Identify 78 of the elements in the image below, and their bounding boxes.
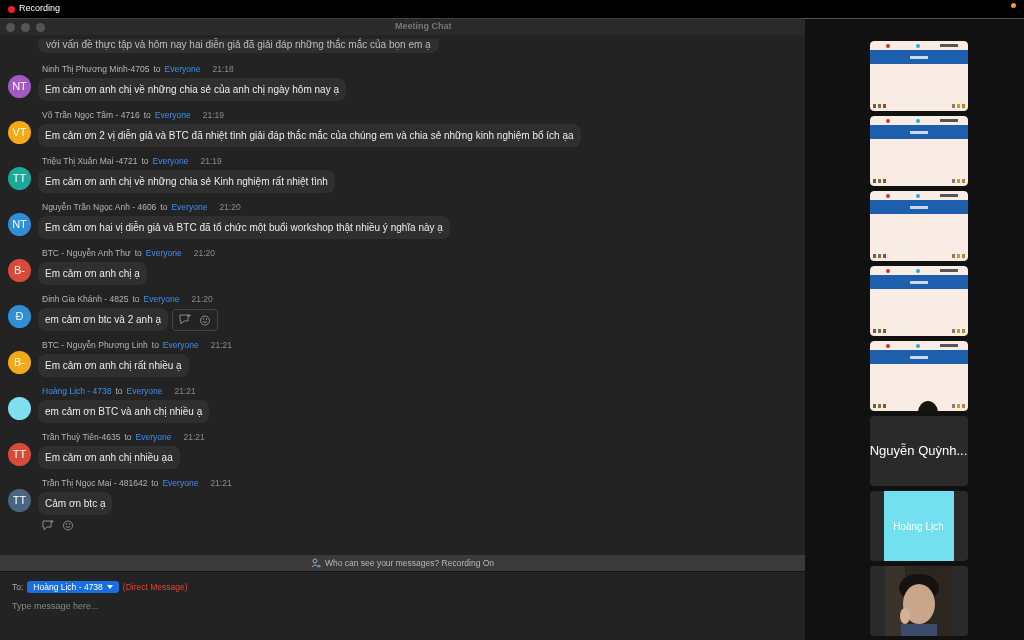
avatar: Đ [8, 305, 31, 328]
zoom-window-button[interactable] [36, 22, 45, 32]
avatar: B- [8, 351, 31, 374]
emoji-add-icon[interactable] [62, 519, 74, 531]
message-bubble: Em cảm ơn anh chị về những chia sẻ của anh chị ngày hôm nay ạ [38, 78, 346, 101]
recording-label: Recording [19, 2, 61, 16]
sender-name: BTC - Nguyễn Phương Linh [42, 340, 148, 351]
message-bubble: Em cảm ơn 2 vị diễn giả và BTC đã nhiệt tình giải đáp thắc mắc của chúng em và chia sẻ những kinh nghiệm bổ ích ạa [38, 124, 581, 147]
message-time: 21:20 [193, 248, 215, 259]
message-time: 21:19 [202, 110, 224, 121]
participant-name: Nguyễn Quỳnh... [869, 442, 968, 461]
message-time: 21:21 [174, 386, 196, 397]
recipient-name: Everyone [145, 248, 182, 259]
emoji-add-icon[interactable] [199, 313, 212, 326]
to-label: To: [12, 581, 24, 594]
reply-icon[interactable] [42, 519, 54, 531]
message-time: 21:20 [219, 202, 241, 213]
sender-name: Nguyễn Trần Ngọc Anh - 4606 [42, 202, 157, 213]
sender-name: Ninh Thị Phương Minh-4705 [42, 64, 150, 75]
message-bubble: Em cảm ơn hai vị diễn giả và BTC đã tổ chức một buổi workshop thật nhiều ý nghĩa này ạ [38, 216, 450, 239]
sender-name: Đinh Gia Khánh - 4825 [42, 294, 129, 305]
to-word: to [153, 64, 161, 75]
message-bubble: em cảm ơn btc và 2 anh ạ [38, 308, 169, 331]
reply-icon[interactable] [179, 314, 192, 325]
to-word: to [143, 110, 151, 121]
message-time: 21:19 [200, 156, 222, 167]
message-time: 21:21 [210, 478, 232, 489]
to-word: to [124, 432, 132, 443]
recipient-name: Everyone [162, 478, 199, 489]
avatar: NT [8, 213, 31, 236]
to-word: to [160, 202, 168, 213]
message-bubble: Cảm ơn btc ạ [38, 492, 113, 515]
to-word: to [134, 248, 142, 259]
close-window-button[interactable] [6, 22, 15, 32]
message-time: 21:20 [191, 294, 213, 305]
message-bubble: Em cảm ơn anh chị ạ [38, 262, 147, 285]
sender-name: Trần Thị Ngọc Mai - 481642 [42, 478, 148, 489]
avatar: TT [8, 489, 31, 512]
avatar: TT [8, 167, 31, 190]
message-bubble: Em cảm ơn anh chị về những chia sẻ Kinh nghiệm rất nhiệt tình [38, 170, 335, 193]
recipient-name: Everyone [126, 386, 163, 397]
sender-name: Trần Thuỳ Tiên-4635 [42, 432, 121, 443]
to-word: to [141, 156, 149, 167]
message-bubble: em cảm ơn BTC và anh chị nhiều ạ [38, 400, 210, 423]
message-bubble: Em cảm ơn anh chị nhiều ạa [38, 446, 180, 469]
message-bubble: Em cảm ơn anh chị rất nhiều ạ [38, 354, 189, 377]
person-icon [310, 558, 321, 568]
recipient-name: Everyone [154, 110, 191, 121]
recipient-name: Everyone [162, 340, 199, 351]
avatar: NT [8, 75, 31, 98]
avatar: TT [8, 443, 31, 466]
recipient-name: Everyone [171, 202, 208, 213]
to-word: to [151, 478, 159, 489]
recipient-name: Everyone [143, 294, 180, 305]
minimize-window-button[interactable] [21, 22, 30, 32]
to-word: to [115, 386, 123, 397]
message-bubble: với vấn đề thực tập và hôm nay hai diễn giả đã giải đáp những thắc mắc của bọn em ạ [38, 39, 439, 53]
message-time: 21:21 [183, 432, 205, 443]
to-word: to [132, 294, 140, 305]
recipient-name: Everyone [164, 64, 201, 75]
avatar: VT [8, 121, 31, 144]
direct-message-note: (Direct Message) [122, 581, 188, 594]
recipient-name: Everyone [135, 432, 172, 443]
sender-name: Võ Trần Ngọc Tâm - 4716 [42, 110, 140, 121]
participant-name: Hoàng Lịch [893, 519, 944, 534]
sender-name: Hoàng Lịch - 4738 [42, 386, 112, 397]
caret-icon [106, 585, 113, 590]
avatar: B- [8, 259, 31, 282]
sender-name: Triệu Thị Xuân Mai -4721 [42, 156, 138, 167]
to-word: to [151, 340, 159, 351]
message-time: 21:21 [210, 340, 233, 351]
notice-text: Who can see your messages? Recording On [324, 556, 495, 570]
recipient-name: Everyone [152, 156, 189, 167]
sender-name: BTC - Nguyễn Anh Thư [42, 248, 131, 259]
message-input[interactable]: Type message here... [12, 598, 612, 613]
window-title: Meeting Chat [395, 20, 452, 34]
message-time: 21:18 [212, 64, 234, 75]
recipient-dropdown[interactable]: Hoàng Lịch - 4738 [27, 581, 119, 594]
